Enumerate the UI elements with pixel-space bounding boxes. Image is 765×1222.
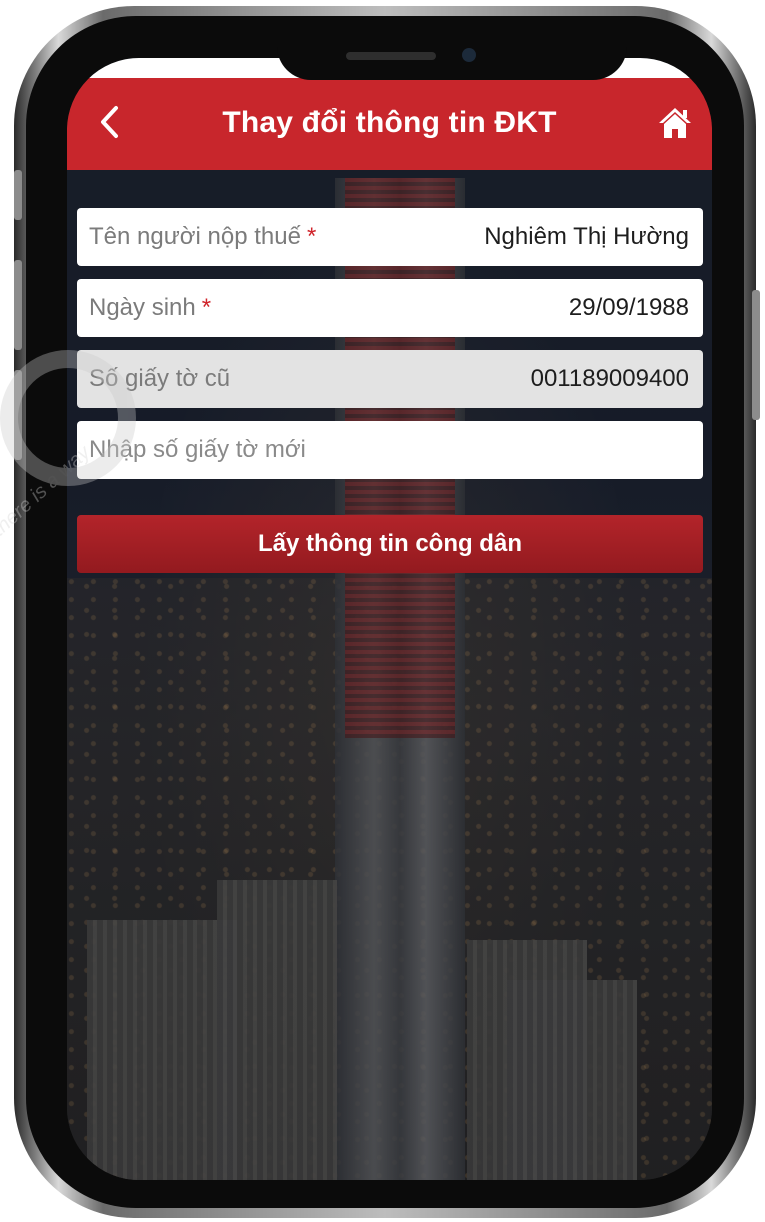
home-button[interactable] [652, 102, 698, 148]
birth-date-value: 29/09/1988 [568, 294, 689, 321]
taxpayer-name-value: Nghiêm Thị Hường [484, 223, 689, 250]
chevron-left-icon [98, 105, 120, 144]
app-screen: Thay đổi thông tin ĐKT Tên người nộp thu… [67, 58, 712, 1180]
phone-speaker [346, 52, 436, 60]
required-mark: * [201, 294, 212, 321]
birth-date-field[interactable]: Ngày sinh * 29/09/1988 [77, 279, 703, 337]
home-icon [657, 106, 693, 145]
phone-side-button [752, 290, 760, 420]
phone-camera [462, 48, 476, 62]
old-id-value: 001189009400 [530, 365, 689, 392]
back-button[interactable] [89, 100, 129, 148]
phone-notch [277, 18, 627, 80]
page-title: Thay đổi thông tin ĐKT [222, 106, 557, 139]
required-mark: * [306, 223, 317, 250]
app-header: Thay đổi thông tin ĐKT [67, 78, 712, 170]
phone-side-button [14, 170, 22, 220]
taxpayer-name-label: Tên người nộp thuế * [89, 223, 317, 250]
birth-date-label: Ngày sinh * [89, 294, 212, 321]
taxpayer-name-field[interactable]: Tên người nộp thuế * Nghiêm Thị Hường [77, 208, 703, 266]
watermark-logo: there is a way [0, 330, 210, 550]
